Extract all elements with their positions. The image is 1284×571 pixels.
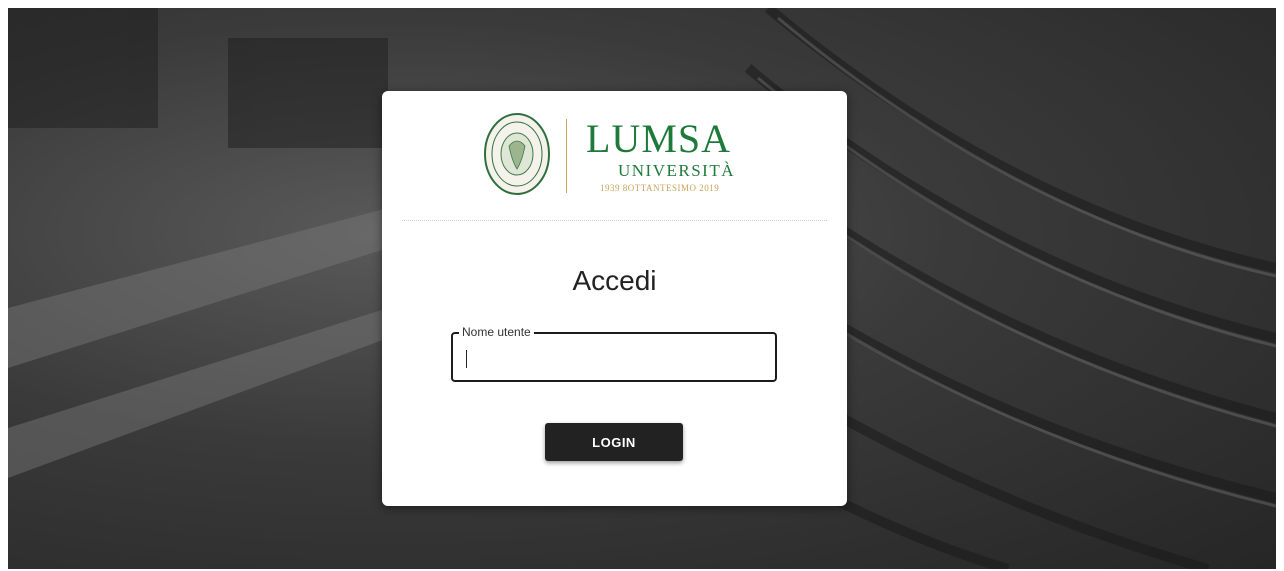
text-caret (466, 350, 467, 368)
separator (402, 220, 827, 221)
logo-wordmark: LUMSA (586, 116, 732, 161)
logo-subtitle: UNIVERSITÀ (618, 161, 735, 180)
university-seal-icon (484, 113, 550, 195)
lumsa-logo: LUMSA UNIVERSITÀ 1939 8OTTANTESIMO 2019 (482, 111, 752, 197)
logo-anniversary: 1939 8OTTANTESIMO 2019 (600, 183, 720, 193)
login-button[interactable]: LOGIN (545, 423, 683, 461)
login-card: LUMSA UNIVERSITÀ 1939 8OTTANTESIMO 2019 … (382, 91, 847, 506)
page-title: Accedi (572, 265, 657, 296)
logo-divider (566, 119, 567, 193)
username-label: Nome utente (459, 325, 534, 339)
username-field[interactable]: Nome utente (451, 325, 777, 382)
username-input[interactable] (463, 348, 767, 372)
